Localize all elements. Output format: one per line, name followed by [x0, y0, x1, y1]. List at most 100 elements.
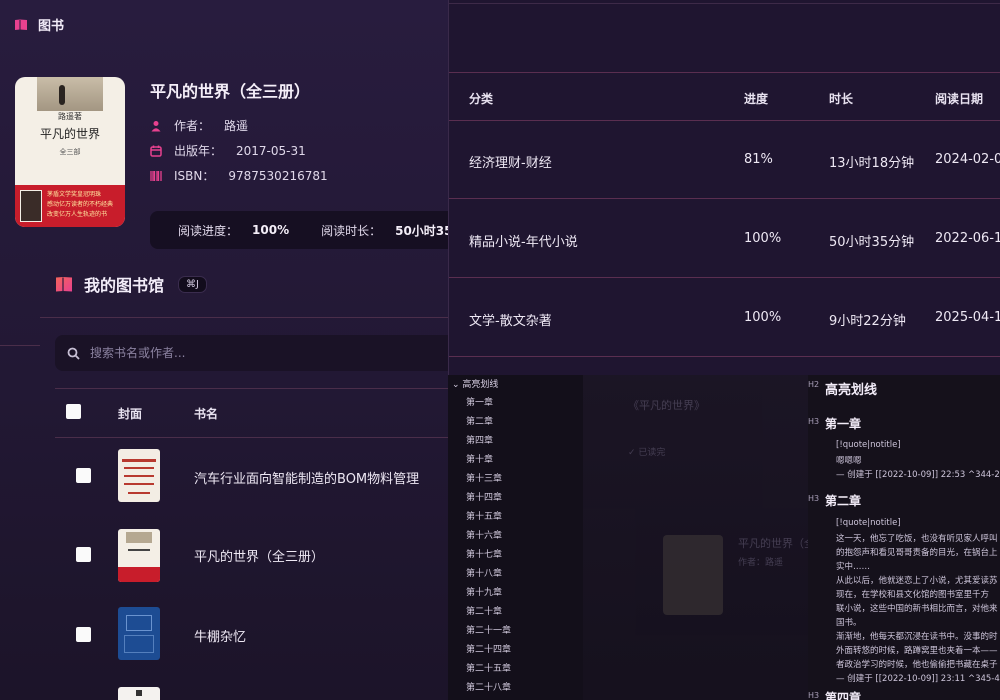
meta-author: 作者： 路遥	[150, 117, 248, 134]
row-cover[interactable]	[118, 529, 160, 582]
cover-author: 路遥著	[58, 112, 82, 121]
row-title[interactable]: 平凡的世界（全三册）	[194, 546, 324, 565]
thumb-band	[118, 567, 160, 582]
toc-item[interactable]: 第十五章	[466, 509, 502, 522]
cell-date: 2024-02-0	[935, 152, 1000, 167]
row-cover[interactable]	[118, 687, 160, 700]
column-cover: 封面	[118, 407, 143, 421]
author-value: 路遥	[224, 119, 249, 133]
book-icon	[15, 19, 27, 30]
barcode-icon	[150, 170, 162, 181]
year-value: 2017-05-31	[236, 143, 306, 158]
cell-date: 2022-06-1	[935, 231, 1000, 246]
note-line: 国书。	[836, 618, 862, 628]
note-line: 实中……	[836, 562, 871, 572]
toc-item[interactable]: 第一章	[466, 395, 493, 408]
toc-item[interactable]: 第二十五章	[466, 661, 511, 674]
divider	[55, 437, 450, 438]
calendar-icon	[150, 145, 162, 157]
thumb-stripe	[124, 467, 154, 469]
isbn-value: 9787530216781	[228, 168, 328, 183]
progress-value: 100%	[252, 223, 290, 237]
shortcut-badge: ⌘J	[178, 275, 207, 293]
heading-h3: 第一章	[825, 417, 862, 431]
cover-band-line: 改变亿万人生轨迹的书	[47, 211, 108, 218]
thumb-stripe	[128, 492, 150, 494]
toc-item[interactable]: 第十七章	[466, 547, 502, 560]
isbn-label: ISBN：	[174, 169, 215, 183]
divider	[55, 388, 450, 389]
progress-label: 阅读进度：	[178, 223, 239, 238]
cover-subtitle: 全三部	[59, 148, 81, 156]
cell-progress: 100%	[744, 231, 782, 246]
library-header: 我的图书馆 ⌘J	[54, 272, 207, 296]
row-cover[interactable]	[118, 607, 160, 660]
cell-category: 文学-散文杂著	[469, 314, 552, 329]
select-all-checkbox[interactable]	[66, 404, 81, 419]
note-line: 的抱怨声和看见哥哥责备的目光，在锅台上	[836, 548, 998, 558]
note-line: 从此以后，他就迷恋上了小说，尤其爱读苏	[836, 576, 998, 586]
cover-band-line: 茅盾文学奖皇冠明珠	[47, 191, 102, 198]
cell-category: 精品小说-年代小说	[469, 235, 578, 250]
column-read-date: 阅读日期	[935, 92, 984, 106]
toc-item[interactable]: 第四章	[466, 433, 493, 446]
toc-item[interactable]: 第二十四章	[466, 642, 511, 655]
thumb-mark	[136, 690, 142, 696]
row-checkbox[interactable]	[76, 468, 91, 483]
toc-item[interactable]: 第二十章	[466, 604, 502, 617]
panel-header: 图书	[14, 15, 64, 34]
note-line: [!quote|notitle]	[836, 440, 901, 450]
note-line: — 创建于 [[2022-10-09]] 22:53 ^344-2198	[836, 470, 1000, 480]
note-line: — 创建于 [[2022-10-09]] 23:11 ^345-4591	[836, 674, 1000, 684]
search-box[interactable]	[55, 335, 450, 371]
row-checkbox[interactable]	[76, 547, 91, 562]
cell-duration: 13小时18分钟	[829, 156, 915, 171]
divider	[449, 120, 1000, 121]
heading-level: H3	[808, 417, 820, 426]
heading-level: H3	[808, 494, 820, 503]
note-line: 渐渐地，他每天都沉浸在读书中。没事的时	[836, 632, 998, 642]
toc-item[interactable]: 第十三章	[466, 471, 502, 484]
ghost-title: 《平凡的世界》	[628, 399, 705, 412]
heading-level: H2	[808, 380, 820, 389]
toc-section-label[interactable]: ⌄ 高亮划线	[452, 377, 498, 390]
heading-h2: 高亮划线	[825, 383, 878, 398]
cell-date: 2025-04-1	[935, 310, 1000, 325]
row-cover[interactable]	[118, 449, 160, 502]
toc-item[interactable]: 第十四章	[466, 490, 502, 503]
column-title: 书名	[194, 407, 219, 421]
toc-item[interactable]: 第二十八章	[466, 680, 511, 693]
ghost-cover	[663, 535, 723, 615]
note-line: 这一天，他忘了吃饭，也没有听见家人呼叫	[836, 534, 998, 544]
duration-value: 50小时35分钟	[395, 223, 450, 238]
cover-title: 平凡的世界	[39, 127, 100, 141]
row-checkbox[interactable]	[76, 627, 91, 642]
note-line: 嗯嗯嗯	[836, 456, 862, 466]
toc-item[interactable]: 第十章	[466, 452, 493, 465]
row-title[interactable]: 汽车行业面向智能制造的BOM物料管理	[194, 468, 419, 487]
person-icon	[151, 120, 161, 131]
row-title[interactable]: 牛棚杂忆	[194, 626, 246, 645]
column-progress: 进度	[744, 92, 769, 106]
divider	[449, 3, 1000, 4]
divider	[40, 317, 450, 318]
toc-item[interactable]: 第二章	[466, 414, 493, 427]
cover-illustration	[37, 77, 103, 111]
toc-item[interactable]: 第二十一章	[466, 623, 511, 636]
divider	[449, 72, 1000, 73]
cell-duration: 50小时35分钟	[829, 235, 915, 250]
reading-stats-table: 分类 进度 时长 阅读日期 经济理财-财经 81% 13小时18分钟 2024-…	[448, 0, 1000, 375]
note-line: 外面转悠的时候，路蹲窝里也夹着一本——	[836, 646, 998, 656]
heading-h3: 第二章	[825, 494, 862, 508]
ghost-label: ✓ 已读完	[628, 448, 666, 458]
thumb-stripe	[122, 459, 156, 462]
search-input[interactable]	[90, 346, 390, 360]
duration-label: 阅读时长：	[321, 223, 382, 238]
toc-item[interactable]: 第十九章	[466, 585, 502, 598]
chevron-down-icon: ⌄	[452, 380, 460, 390]
cell-duration: 9小时22分钟	[829, 314, 906, 329]
toc-item[interactable]: 第十六章	[466, 528, 502, 541]
header-title: 图书	[38, 19, 65, 34]
toc-item[interactable]: 第十八章	[466, 566, 502, 579]
book-cover: 路遥著 平凡的世界 全三部 茅盾文学奖皇冠明珠 感动亿万读者的不朽经典 改变亿万…	[15, 77, 125, 227]
